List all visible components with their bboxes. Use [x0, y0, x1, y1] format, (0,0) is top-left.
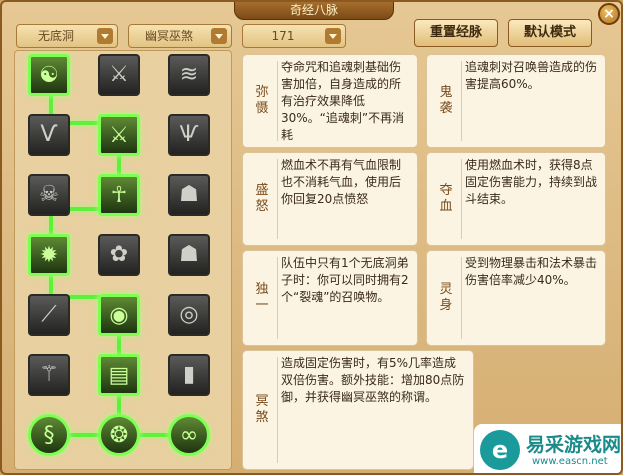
site-name: 易采游戏网 [526, 434, 622, 456]
skill-info-panel: 灵身 受到物理暴击和法术暴击伤害倍率减少40%。 [426, 250, 606, 346]
meridian-node[interactable]: ⚔ [98, 114, 140, 156]
site-watermark: e 易采游戏网 www.eascn.net [474, 424, 622, 473]
meridian-window: 奇经八脉 × 无底洞 幽冥巫煞 171 重置经脉 默认模式 ☯ ⚔ ≋ Ѵ ⚔ Ѱ ☠ ☥ ☗ ✹… [0, 0, 623, 475]
claw-icon: ≋ [179, 62, 199, 87]
window-title: 奇经八脉 [234, 2, 394, 20]
skill-info-panel: 弥慑 夺命咒和追魂刺基础伤害加倍，自身造成的所有治疗效果降低30%。“追魂刺”不再… [242, 54, 418, 148]
meridian-node[interactable]: ⟋ [28, 294, 70, 336]
meridian-node[interactable]: § [28, 414, 70, 456]
demon-icon: ☗ [179, 182, 199, 207]
skill-description: 队伍中只有1个无底洞弟子时：你可以同时拥有2个“裂魂”的召唤物。 [281, 256, 409, 304]
skill-description: 夺命咒和追魂刺基础伤害加倍，自身造成的所有治疗效果降低30%。“追魂刺”不再消耗 [281, 60, 405, 142]
horn-icon: Ѵ [40, 122, 58, 147]
totem-icon: ▮ [182, 362, 196, 387]
meridian-node[interactable]: Ѵ [28, 114, 70, 156]
skill-info-panel: 夺血 使用燃血术时，获得8点固定伤害能力，持续到战斗结束。 [426, 152, 606, 246]
skill-description: 受到物理暴击和法术暴击伤害倍率减少40%。 [465, 256, 598, 287]
meridian-node[interactable]: ▤ [98, 354, 140, 396]
orb-icon: ◉ [109, 303, 129, 328]
meridian-node[interactable]: ▮ [168, 354, 210, 396]
meridian-node[interactable]: ☯ [28, 54, 70, 96]
meridian-node[interactable]: ☥ [98, 174, 140, 216]
skill-description: 燃血术不再有气血限制也不消耗气血，使用后你回复20点愤怒 [281, 158, 402, 206]
meridian-node[interactable]: ❂ [98, 414, 140, 456]
meridian-node[interactable]: ✿ [98, 234, 140, 276]
reset-meridian-button[interactable]: 重置经脉 [414, 19, 498, 47]
spiral-icon: ◎ [179, 302, 199, 327]
level-dropdown-value: 171 [271, 29, 295, 43]
divider [277, 257, 278, 339]
meridian-node[interactable]: ☗ [168, 234, 210, 276]
skill-info-panel: 冥煞 造成固定伤害时，有5%几率造成双倍伤害。额外技能：增加80点防御，并获得幽冥… [242, 350, 474, 470]
sect-dropdown-value: 无底洞 [37, 29, 74, 43]
blade-icon: ⚔ [109, 62, 129, 87]
fighters-icon: ⚔ [109, 123, 129, 148]
meridian-node[interactable]: ☠ [28, 174, 70, 216]
sect-dropdown[interactable]: 无底洞 [16, 24, 118, 48]
meridian-node[interactable]: ✹ [28, 234, 70, 276]
burst-icon: ✹ [39, 243, 59, 268]
skill-name: 夺血 [439, 183, 453, 214]
slash-icon: ⟋ [41, 302, 57, 327]
divider [277, 61, 278, 141]
skill-name: 鬼袭 [439, 85, 453, 116]
divider [461, 61, 462, 141]
meridian-node[interactable]: Ѱ [168, 114, 210, 156]
meridian-node[interactable]: ∞ [168, 414, 210, 456]
ghost-icon: ☗ [179, 242, 199, 267]
claw-mark-icon: ⚚ [39, 362, 59, 387]
skill-description: 追魂刺对召唤兽造成的伤害提高60%。 [465, 60, 598, 91]
site-logo-icon: e [480, 430, 520, 470]
school-dropdown-value: 幽冥巫煞 [144, 29, 193, 43]
meridian-node[interactable]: ◉ [98, 294, 140, 336]
warrior-icon: ☥ [110, 183, 128, 208]
default-mode-button[interactable]: 默认模式 [508, 19, 592, 47]
meridian-node[interactable]: ☗ [168, 174, 210, 216]
divider [461, 159, 462, 239]
skill-name: 盛怒 [255, 183, 269, 214]
divider [277, 357, 278, 463]
mask-icon: ☠ [39, 182, 59, 207]
swirl-icon: ☯ [39, 63, 59, 88]
meridian-node[interactable]: ⚚ [28, 354, 70, 396]
divider [461, 257, 462, 339]
level-dropdown[interactable]: 171 [242, 24, 346, 48]
chevron-down-icon[interactable] [211, 28, 227, 44]
skill-description: 使用燃血术时，获得8点固定伤害能力，持续到战斗结束。 [465, 158, 598, 206]
rose-icon: ✿ [109, 242, 129, 267]
coil-icon: ∞ [179, 423, 199, 448]
close-button[interactable]: × [598, 3, 620, 25]
skill-info-panel: 鬼袭 追魂刺对召唤兽造成的伤害提高60%。 [426, 54, 606, 148]
fang-icon: Ѱ [179, 122, 199, 147]
meridian-node[interactable]: ⚔ [98, 54, 140, 96]
skill-name: 弥慑 [255, 85, 269, 116]
divider [277, 159, 278, 239]
skill-info-panel: 盛怒 燃血术不再有气血限制也不消耗气血，使用后你回复20点愤怒 [242, 152, 418, 246]
site-url: www.eascn.net [532, 456, 608, 467]
chevron-down-icon[interactable] [97, 28, 113, 44]
chevron-down-icon[interactable] [325, 28, 341, 44]
skill-name: 独一 [255, 282, 269, 313]
skill-name: 灵身 [439, 282, 453, 313]
meridian-node[interactable]: ◎ [168, 294, 210, 336]
skill-name: 冥煞 [255, 394, 269, 425]
scroll-icon: ▤ [108, 363, 130, 388]
skill-description: 造成固定伤害时，有5%几率造成双倍伤害。额外技能：增加80点防御，并获得幽冥巫煞… [281, 356, 465, 404]
meridian-node[interactable]: ≋ [168, 54, 210, 96]
school-dropdown[interactable]: 幽冥巫煞 [128, 24, 232, 48]
serpent-icon: § [43, 423, 55, 448]
skill-info-panel: 独一 队伍中只有1个无底洞弟子时：你可以同时拥有2个“裂魂”的召唤物。 [242, 250, 418, 346]
vortex-icon: ❂ [109, 423, 129, 448]
